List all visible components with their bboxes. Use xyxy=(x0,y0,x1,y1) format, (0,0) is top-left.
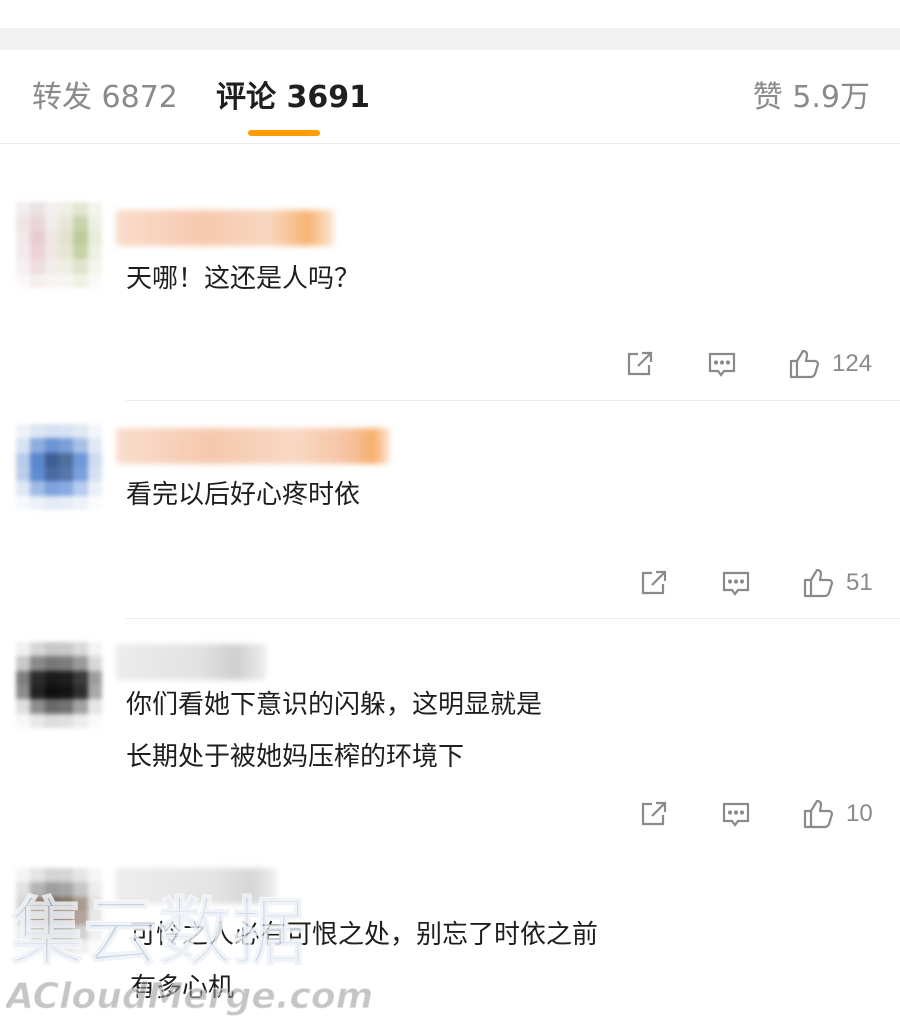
share-icon[interactable] xyxy=(636,796,672,832)
share-icon[interactable] xyxy=(622,346,658,382)
top-spacer xyxy=(0,0,900,28)
comment-actions: 124 xyxy=(622,344,872,384)
thumbs-up-icon[interactable] xyxy=(800,796,836,832)
divider xyxy=(126,400,900,401)
tab-reposts[interactable]: 转发 6872 xyxy=(32,80,178,116)
tab-bar: 转发 6872 评论 3691 赞 5.9万 xyxy=(0,50,900,144)
reply-icon[interactable] xyxy=(718,796,754,832)
comment-text: 看完以后好心疼时依 xyxy=(126,480,361,510)
thumbs-up-icon[interactable] xyxy=(800,565,836,601)
username[interactable] xyxy=(116,210,334,246)
comment-actions: 10 xyxy=(636,794,873,834)
comment-text: 有多心机 xyxy=(130,973,235,1003)
username[interactable] xyxy=(116,868,276,904)
divider xyxy=(126,618,900,619)
like-count: 10 xyxy=(846,800,873,827)
tab-comments[interactable]: 评论 3691 xyxy=(216,80,370,116)
comment-text: 你们看她下意识的闪躲，这明显就是 xyxy=(126,690,543,720)
username[interactable] xyxy=(116,428,390,464)
thumbs-up-icon[interactable] xyxy=(786,346,822,382)
avatar[interactable] xyxy=(16,424,102,510)
avatar[interactable] xyxy=(16,868,102,954)
share-icon[interactable] xyxy=(636,565,672,601)
reply-icon[interactable] xyxy=(704,346,740,382)
reply-icon[interactable] xyxy=(718,565,754,601)
like-count: 124 xyxy=(832,350,873,377)
avatar[interactable] xyxy=(16,202,102,288)
tab-likes[interactable]: 赞 5.9万 xyxy=(753,80,870,116)
comment-text: 天哪！这还是人吗？ xyxy=(126,264,361,294)
like-count: 51 xyxy=(846,569,873,596)
comment-actions: 51 xyxy=(636,563,873,603)
comment-text: 长期处于被她妈压榨的环境下 xyxy=(126,742,465,772)
avatar[interactable] xyxy=(16,642,102,728)
comment-text: 可怜之人必有可恨之处，别忘了时依之前 xyxy=(130,920,599,950)
section-separator xyxy=(0,28,900,50)
active-tab-indicator xyxy=(248,130,320,136)
username[interactable] xyxy=(116,644,266,680)
